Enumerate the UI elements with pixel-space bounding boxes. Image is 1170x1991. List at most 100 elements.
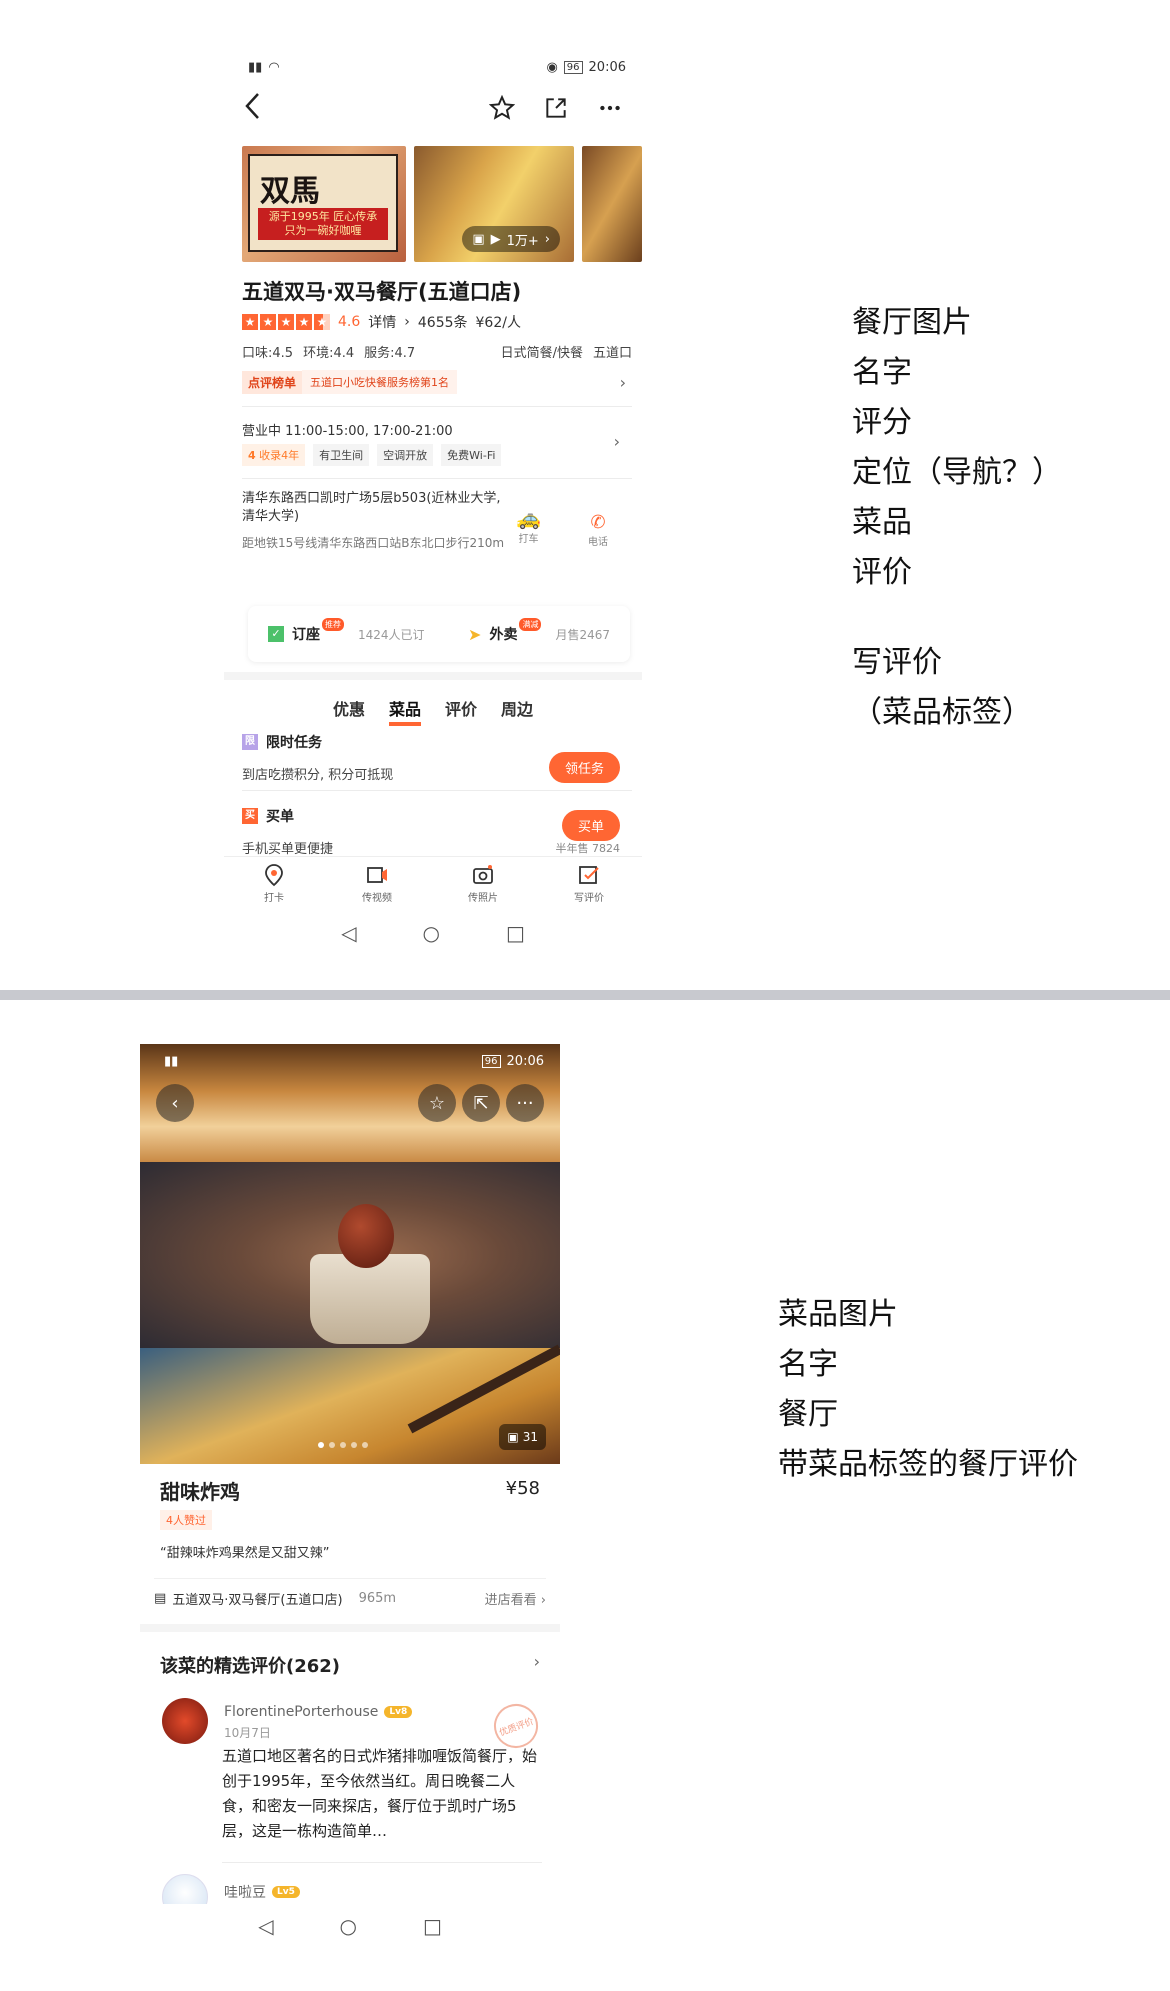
write-review-button[interactable]: 写评价 — [574, 857, 604, 912]
photo-count: 1万+ — [506, 233, 539, 249]
system-back-icon[interactable]: ◁ — [341, 921, 356, 945]
gallery-image[interactable]: 双馬 源于1995年 匠心传承 只为一碗好咖喱 — [242, 146, 406, 262]
more-icon — [600, 105, 620, 111]
level-badge: Lv8 — [384, 1706, 413, 1718]
review-author[interactable]: FlorentinePorterhouse Lv8 — [224, 1704, 413, 1720]
phone-icon: ✆ — [590, 512, 606, 533]
upload-video-button[interactable]: 传视频 — [362, 857, 392, 912]
sub-scores-row: 口味:4.5 环境:4.4 服务:4.7 日式简餐/快餐 五道口 — [242, 342, 632, 361]
restaurant-link[interactable]: ▤ 五道双马·双马餐厅(五道口店) 965m 进店看看 › — [154, 1578, 546, 1618]
carousel-indicator — [318, 1442, 368, 1448]
chevron-left-icon: ‹ — [171, 1092, 179, 1114]
sauce-ladle — [338, 1204, 394, 1268]
bottom-action-bar: 打卡 传视频 传照片 写评价 — [224, 856, 642, 912]
chevron-right-icon: › — [613, 432, 620, 451]
avatar[interactable] — [162, 1698, 208, 1744]
detail-tabs: 优惠 菜品 评价 周边 — [224, 696, 642, 726]
gallery-image[interactable]: ▣ ▶ 1万+ › — [414, 146, 574, 262]
sign-slogan: 只为一碗好咖喱 — [284, 224, 362, 237]
location-pin-icon — [265, 864, 283, 887]
enter-shop-link[interactable]: 进店看看 › — [485, 1589, 546, 1608]
review-author[interactable]: 哇啦豆 Lv5 — [224, 1882, 300, 1902]
recommend-badge: 推荐 — [322, 617, 344, 631]
favorite-button[interactable] — [488, 94, 516, 122]
image-icon: ▣ — [507, 1430, 519, 1444]
opening-hours[interactable]: 营业中 11:00-15:00, 17:00-21:00 — [242, 420, 453, 439]
upload-video-label: 传视频 — [362, 893, 392, 904]
tab-dishes[interactable]: 菜品 — [388, 696, 421, 726]
limited-badge: 限 — [242, 734, 258, 750]
facility-tag: 有卫生间 — [313, 444, 370, 466]
dish-photo-carousel[interactable]: ▮▮ 96 20:06 ‹ ☆ ⇱ ··· ▣ 31 — [140, 1044, 560, 1464]
metro-distance: 距地铁15号线清华东路西口站B东北口步行210m — [242, 536, 505, 550]
battery-level: 96 — [481, 1054, 501, 1068]
taxi-label: 打车 — [518, 534, 539, 545]
username: 哇啦豆 — [224, 1885, 266, 1901]
likes-badge: 4人赞过 — [160, 1510, 212, 1530]
cuisine-category: 日式简餐/快餐 — [500, 346, 583, 361]
rating-details-link[interactable]: 详情 — [368, 312, 396, 332]
share-button[interactable]: ⇱ — [462, 1084, 500, 1122]
more-button[interactable]: ··· — [506, 1084, 544, 1122]
featured-reviews-title[interactable]: 该菜的精选评价(262) — [160, 1652, 340, 1678]
takeout-label: 外卖 — [489, 627, 518, 643]
signal-icon: ▮▮ — [248, 59, 263, 75]
claim-task-button[interactable]: 领任务 — [548, 752, 620, 783]
gallery-image[interactable] — [582, 146, 642, 262]
address[interactable]: 清华东路西口凯时广场5层b503(近林业大学, 清华大学) — [242, 490, 512, 526]
takeout-button[interactable]: ➤ 外卖 满减 月售2467 — [468, 617, 610, 644]
eye-icon: ◉ — [546, 59, 558, 75]
review-text[interactable]: 五道口地区著名的日式炸猪排咖喱饭简餐厅，始创于1995年，至今依然当红。周日晚餐… — [222, 1744, 542, 1844]
checkin-label: 打卡 — [264, 893, 284, 904]
chevron-right-icon[interactable]: › — [534, 1652, 540, 1671]
sign-slogan: 源于1995年 匠心传承 — [268, 210, 378, 223]
order-card: ✓ 订座 推荐 1424人已订 ➤ 外卖 满减 月售2467 — [248, 606, 630, 662]
restaurant-photo-gallery[interactable]: 双馬 源于1995年 匠心传承 只为一碗好咖喱 ▣ ▶ 1万+ › — [242, 146, 642, 262]
upload-photo-button[interactable]: 传照片 — [468, 857, 498, 912]
annotation-line: 菜品 — [852, 505, 912, 540]
restaurant-sign: 双馬 源于1995年 匠心传承 只为一碗好咖喱 — [248, 154, 398, 252]
chevron-right-icon: › — [540, 1593, 546, 1608]
more-button[interactable] — [596, 94, 624, 122]
dish-price: ¥58 — [505, 1478, 540, 1499]
divider — [242, 406, 632, 407]
tab-reviews[interactable]: 评价 — [445, 696, 477, 726]
rating-row[interactable]: ★ ★ ★ ★ ★ 4.6 详情 › 4655条 ¥62/人 — [242, 312, 521, 332]
checkin-button[interactable]: 打卡 — [262, 857, 286, 912]
photo-count-badge[interactable]: ▣ ▶ 1万+ › — [462, 226, 560, 252]
area-name: 五道口 — [592, 346, 632, 361]
car-icon: 🚕 — [516, 506, 541, 530]
annotation-line: 评价 — [852, 555, 912, 590]
pay-button[interactable]: 买单 — [561, 810, 620, 841]
write-review-icon — [579, 866, 599, 884]
taxi-button[interactable]: 🚕 打车 — [516, 506, 541, 545]
carousel-dot — [340, 1442, 346, 1448]
system-recents-icon[interactable]: □ — [423, 1914, 442, 1938]
status-bar: ▮▮ 96 20:06 — [140, 1044, 560, 1078]
system-home-icon[interactable]: ○ — [423, 921, 440, 945]
phone-label: 电话 — [588, 537, 608, 548]
share-button[interactable] — [542, 94, 570, 122]
favorite-button[interactable]: ☆ — [418, 1084, 456, 1122]
star-icon — [489, 95, 515, 120]
star-half-icon: ★ — [314, 314, 330, 330]
back-button[interactable] — [244, 92, 260, 128]
annotation-line: 名字 — [852, 355, 912, 390]
image-count-badge[interactable]: ▣ 31 — [499, 1424, 546, 1450]
dish-name: 甜味炸鸡 — [160, 1480, 240, 1504]
pay-badge: 买 — [242, 808, 258, 824]
tab-nearby[interactable]: 周边 — [501, 696, 533, 726]
restaurant-name: 五道双马·双马餐厅(五道口店) — [172, 1593, 343, 1608]
annotation-line: 写评价 — [852, 645, 942, 680]
system-home-icon[interactable]: ○ — [340, 1914, 357, 1938]
ranking-row[interactable]: 点评榜单 五道口小吃快餐服务榜第1名 › — [242, 370, 632, 394]
image-icon: ▣ — [472, 231, 485, 247]
divider — [242, 478, 632, 479]
sign-brand: 双馬 — [260, 174, 320, 209]
reserve-seat-button[interactable]: ✓ 订座 推荐 1424人已订 — [268, 617, 425, 644]
back-button[interactable]: ‹ — [156, 1084, 194, 1122]
system-back-icon[interactable]: ◁ — [258, 1914, 273, 1938]
phone-button[interactable]: ✆ 电话 — [588, 512, 608, 548]
tab-offers[interactable]: 优惠 — [333, 696, 365, 726]
system-recents-icon[interactable]: □ — [506, 921, 525, 945]
